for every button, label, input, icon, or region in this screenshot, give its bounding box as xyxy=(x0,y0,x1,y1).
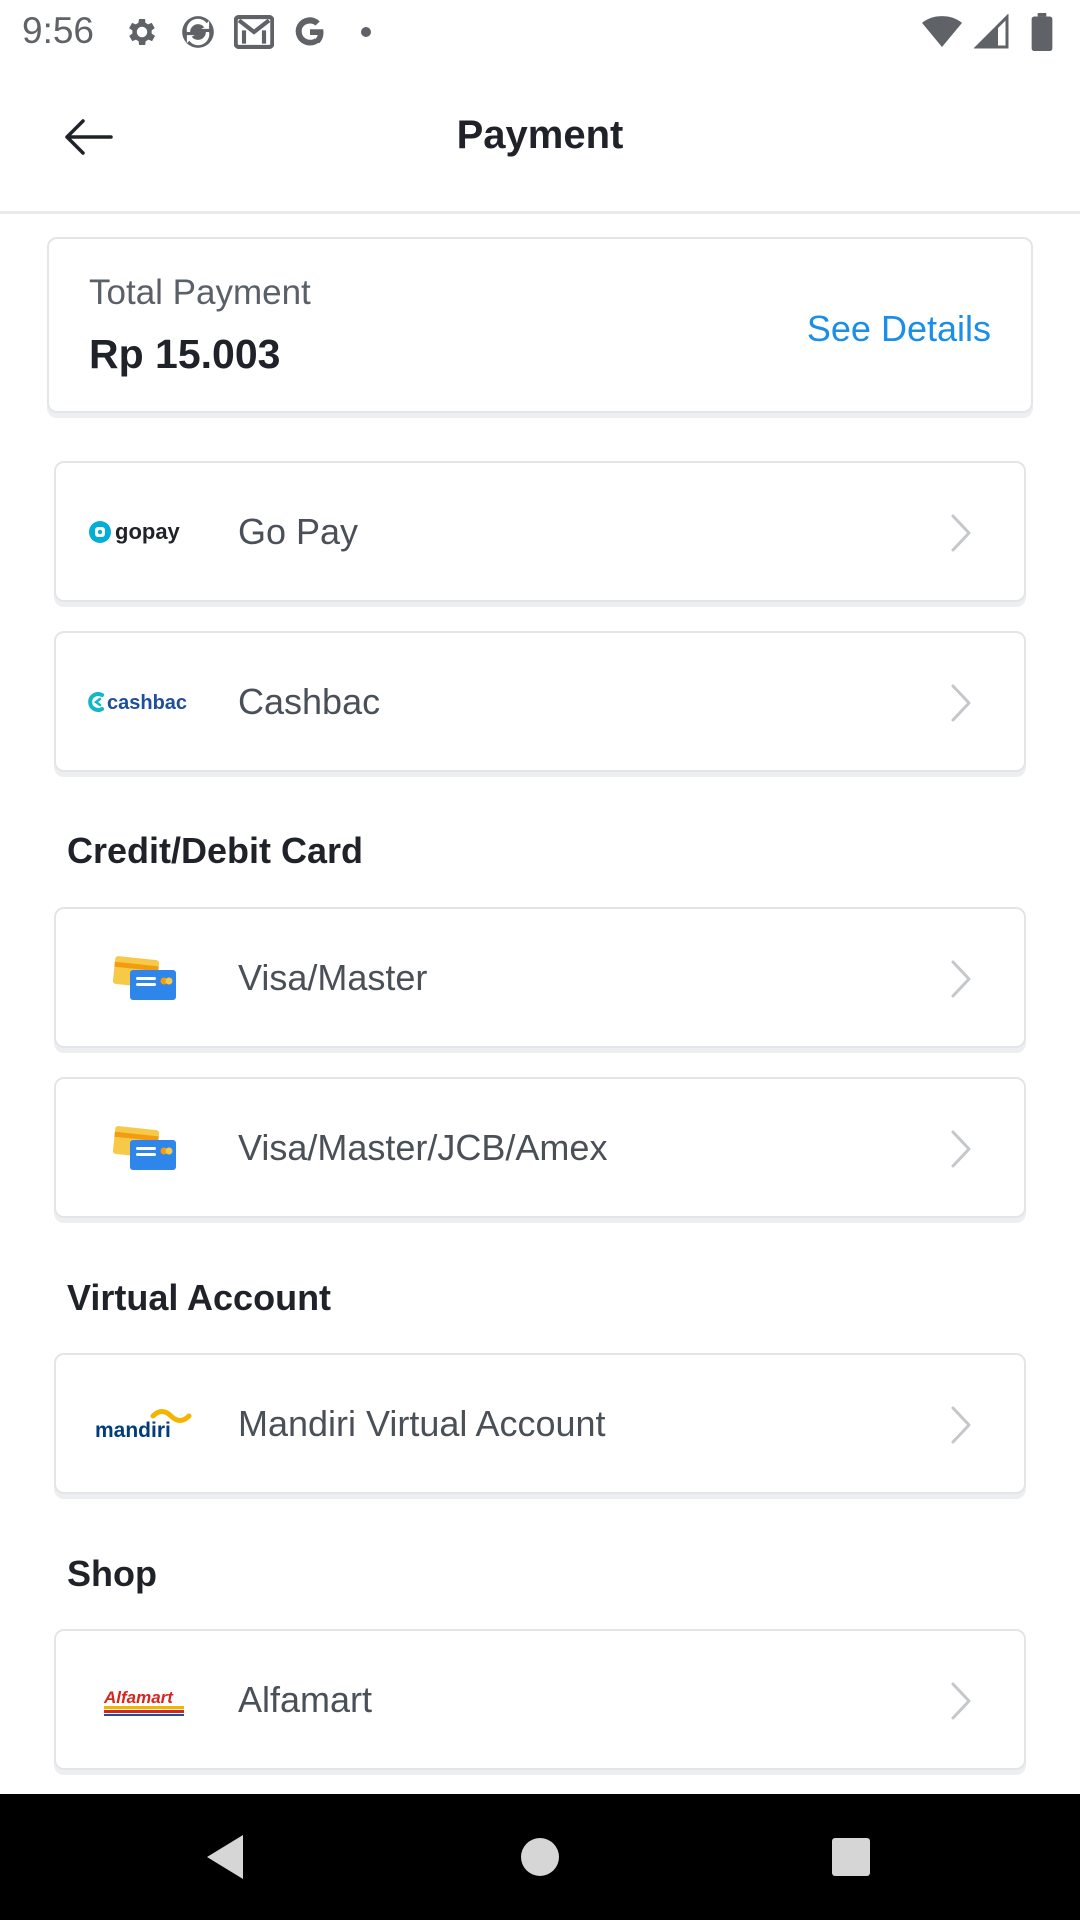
system-icons xyxy=(922,12,1062,52)
sync-icon xyxy=(178,12,218,52)
notification-icons xyxy=(122,12,386,52)
gopay-logo-text: gopay xyxy=(115,519,181,544)
back-triangle-icon[interactable] xyxy=(190,1824,260,1890)
google-icon xyxy=(290,12,330,52)
alfamart-logo-text: Alfamart xyxy=(103,1688,174,1707)
alfamart-logo: Alfamart xyxy=(80,1631,210,1768)
status-time: 9:56 xyxy=(22,10,95,51)
payment-option-gopay[interactable]: gopay Go Pay xyxy=(54,461,1026,602)
credit-card-icon xyxy=(80,909,210,1046)
total-payment-label: Total Payment xyxy=(89,273,311,312)
credit-card-icon xyxy=(80,1079,210,1216)
wifi-icon xyxy=(922,12,962,52)
mandiri-logo: mandiri xyxy=(80,1355,210,1492)
payment-option-visa-master[interactable]: Visa/Master xyxy=(54,907,1026,1048)
option-label: Cashbac xyxy=(238,681,381,722)
page-title: Payment xyxy=(456,113,624,157)
chevron-right-icon xyxy=(946,1127,976,1171)
signal-icon xyxy=(972,12,1012,52)
mandiri-logo-text: mandiri xyxy=(95,1419,171,1442)
gmail-icon xyxy=(234,12,274,52)
gopay-logo: gopay xyxy=(80,463,210,600)
payment-option-alfamart[interactable]: Alfamart Alfamart xyxy=(54,1629,1026,1770)
chevron-right-icon xyxy=(946,511,976,555)
battery-icon xyxy=(1022,12,1062,52)
recents-square-icon[interactable] xyxy=(816,1824,886,1890)
dot-icon xyxy=(346,12,386,52)
payment-option-mandiri-va[interactable]: mandiri Mandiri Virtual Account xyxy=(54,1353,1026,1494)
system-nav-bar xyxy=(0,1794,1080,1920)
option-label: Alfamart xyxy=(238,1679,373,1720)
chevron-right-icon xyxy=(946,957,976,1001)
see-details-link[interactable]: See Details xyxy=(807,308,991,350)
option-label: Go Pay xyxy=(238,511,359,552)
chevron-right-icon xyxy=(946,681,976,725)
chevron-right-icon xyxy=(946,1679,976,1723)
total-payment-amount: Rp 15.003 xyxy=(89,331,281,377)
section-title-virtual-account: Virtual Account xyxy=(67,1277,332,1318)
option-label: Visa/Master/JCB/Amex xyxy=(238,1127,608,1168)
home-circle-icon[interactable] xyxy=(505,1824,575,1890)
section-title-shop: Shop xyxy=(67,1553,157,1594)
cashbac-logo-text: cashbac xyxy=(107,692,187,714)
app-bar: Payment xyxy=(0,63,1080,214)
gear-icon xyxy=(122,12,162,52)
payment-option-cashbac[interactable]: cashbac Cashbac xyxy=(54,631,1026,772)
option-label: Visa/Master xyxy=(238,957,428,998)
chevron-right-icon xyxy=(946,1403,976,1447)
payment-option-visa-master-jcb-amex[interactable]: Visa/Master/JCB/Amex xyxy=(54,1077,1026,1218)
status-bar: 9:56 xyxy=(0,0,1080,63)
total-payment-card: Total Payment Rp 15.003 See Details xyxy=(47,237,1033,413)
section-title-credit-debit: Credit/Debit Card xyxy=(67,830,364,871)
cashbac-logo: cashbac xyxy=(80,633,210,770)
option-label: Mandiri Virtual Account xyxy=(238,1403,606,1444)
